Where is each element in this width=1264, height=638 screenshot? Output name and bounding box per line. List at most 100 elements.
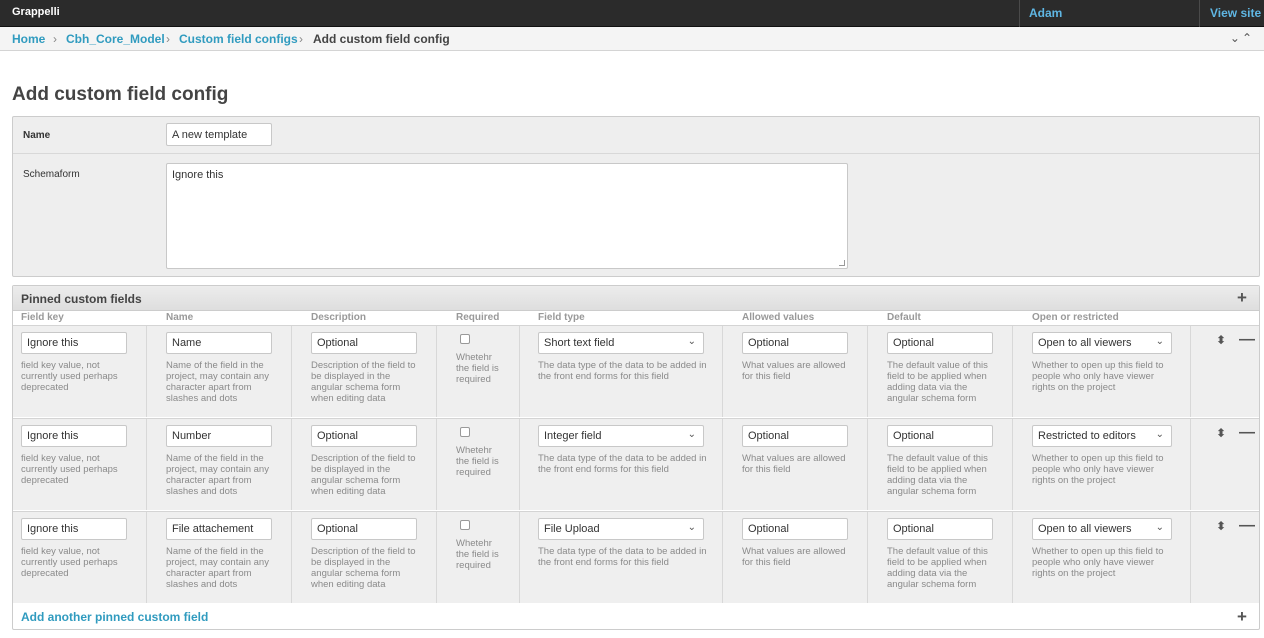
help-text: The data type of the data to be added in… (538, 360, 707, 382)
field-key-input[interactable]: Ignore this (21, 518, 127, 540)
name-row: Name A new template (13, 117, 1259, 154)
breadcrumb-separator: › (166, 32, 170, 46)
column-header: Required (456, 312, 500, 323)
table-row: Ignore this Number Optional Integer field ⌄ O… (13, 418, 1259, 510)
name-input-value: Number (172, 430, 212, 442)
pinned-fields-group: Pinned custom fields + Field key Name Desc… (12, 285, 1260, 630)
name-input[interactable]: Name (166, 332, 272, 354)
column-divider (867, 419, 868, 510)
name-input[interactable]: A new template (166, 123, 272, 146)
drag-handle-icon[interactable]: ⬍ (1216, 426, 1226, 440)
help-text: The data type of the data to be added in… (538, 453, 707, 475)
help-text: field key value, not currently used perh… (21, 546, 118, 579)
help-text: The data type of the data to be added in… (538, 546, 707, 568)
schemaform-textarea[interactable]: Ignore this (166, 163, 848, 269)
description-input-value: Optional (317, 523, 358, 535)
allowed-values-input[interactable]: Optional (742, 518, 848, 540)
description-input[interactable]: Optional (311, 425, 417, 447)
column-divider (519, 419, 520, 510)
plus-icon[interactable]: + (1237, 289, 1247, 306)
required-checkbox[interactable] (460, 427, 470, 437)
column-divider (291, 512, 292, 603)
field-type-select[interactable]: Integer field ⌄ (538, 425, 704, 447)
add-another-link[interactable]: Add another pinned custom field (21, 610, 208, 624)
help-text: Whether to open up this field to people … (1032, 453, 1164, 486)
drag-handle-icon[interactable]: ⬍ (1216, 519, 1226, 533)
allowed-values-input[interactable]: Optional (742, 425, 848, 447)
field-type-select[interactable]: Short text field ⌄ (538, 332, 704, 354)
top-bar: Grappelli Adam View site (0, 0, 1264, 27)
brand-title: Grappelli (12, 6, 60, 18)
schemaform-label: Schemaform (23, 169, 80, 180)
column-divider (436, 326, 437, 417)
column-header: Name (166, 312, 194, 323)
allowed-values-input-value: Optional (748, 523, 789, 535)
column-header: Field type (538, 312, 585, 323)
column-header: Default (887, 312, 921, 323)
help-text: field key value, not currently used perh… (21, 453, 118, 486)
chevron-down-icon: ⌄ (1155, 522, 1164, 533)
remove-row-icon[interactable]: — (1239, 424, 1255, 442)
remove-row-icon[interactable]: — (1239, 331, 1255, 349)
column-divider (722, 419, 723, 510)
column-divider (867, 512, 868, 603)
plus-icon[interactable]: + (1237, 608, 1247, 625)
column-divider (291, 419, 292, 510)
allowed-values-input[interactable]: Optional (742, 332, 848, 354)
chevron-down-icon: ⌄ (687, 429, 696, 440)
field-key-input[interactable]: Ignore this (21, 332, 127, 354)
column-divider (1012, 326, 1013, 417)
description-input[interactable]: Optional (311, 332, 417, 354)
view-site-link[interactable]: View site (1199, 0, 1264, 27)
field-key-input-value: Ignore this (27, 430, 79, 442)
help-text: What values are allowed for this field (742, 360, 846, 382)
required-checkbox[interactable] (460, 334, 470, 344)
name-input[interactable]: Number (166, 425, 272, 447)
breadcrumb-list[interactable]: Custom field configs (179, 32, 298, 46)
resize-handle-icon[interactable] (839, 260, 845, 266)
view-site-label[interactable]: View site (1210, 6, 1261, 20)
allowed-values-input-value: Optional (748, 430, 789, 442)
help-text: Description of the field to be displayed… (311, 546, 416, 590)
column-divider (519, 512, 520, 603)
field-key-input[interactable]: Ignore this (21, 425, 127, 447)
allowed-values-input-value: Optional (748, 337, 789, 349)
description-input-value: Optional (317, 430, 358, 442)
column-divider (146, 326, 147, 417)
chevron-down-icon: ⌄ (687, 522, 696, 533)
open-restricted-select[interactable]: Restricted to editors ⌄ (1032, 425, 1172, 447)
column-divider (436, 512, 437, 603)
help-text: Whether to open up this field to people … (1032, 360, 1164, 393)
description-input[interactable]: Optional (311, 518, 417, 540)
user-menu[interactable]: Adam (1019, 0, 1199, 27)
default-input[interactable]: Optional (887, 425, 993, 447)
open-restricted-select[interactable]: Open to all viewers ⌄ (1032, 332, 1172, 354)
drag-handle-icon[interactable]: ⬍ (1216, 333, 1226, 347)
column-header: Allowed values (742, 312, 815, 323)
column-header: Open or restricted (1032, 312, 1119, 323)
column-divider (146, 419, 147, 510)
main-fieldset: Name A new template Schemaform Ignore th… (12, 116, 1260, 277)
default-input[interactable]: Optional (887, 518, 993, 540)
column-headers: Field key Name Description Required Field ty… (13, 311, 1259, 324)
table-row: Ignore this Name Optional Short text field ⌄… (13, 325, 1259, 417)
column-header: Description (311, 312, 367, 323)
field-type-select[interactable]: File Upload ⌄ (538, 518, 704, 540)
chevron-down-icon: ⌄ (1155, 336, 1164, 347)
required-checkbox[interactable] (460, 520, 470, 530)
breadcrumb-separator: › (53, 32, 57, 46)
breadcrumb-model[interactable]: Cbh_Core_Model (66, 32, 165, 46)
group-header: Pinned custom fields + (13, 286, 1259, 311)
name-input[interactable]: File attachement (166, 518, 272, 540)
breadcrumb: Home › Cbh_Core_Model › Custom field con… (0, 27, 1264, 51)
column-divider (1012, 419, 1013, 510)
user-name[interactable]: Adam (1029, 6, 1062, 20)
default-input[interactable]: Optional (887, 332, 993, 354)
field-type-select-value: Integer field (544, 430, 602, 442)
breadcrumb-home[interactable]: Home (12, 32, 45, 46)
collapse-expand-icon[interactable]: ⌄⌃ (1230, 31, 1254, 45)
breadcrumb-current: Add custom field config (313, 32, 450, 46)
open-restricted-select[interactable]: Open to all viewers ⌄ (1032, 518, 1172, 540)
default-input-value: Optional (893, 523, 934, 535)
remove-row-icon[interactable]: — (1239, 517, 1255, 535)
